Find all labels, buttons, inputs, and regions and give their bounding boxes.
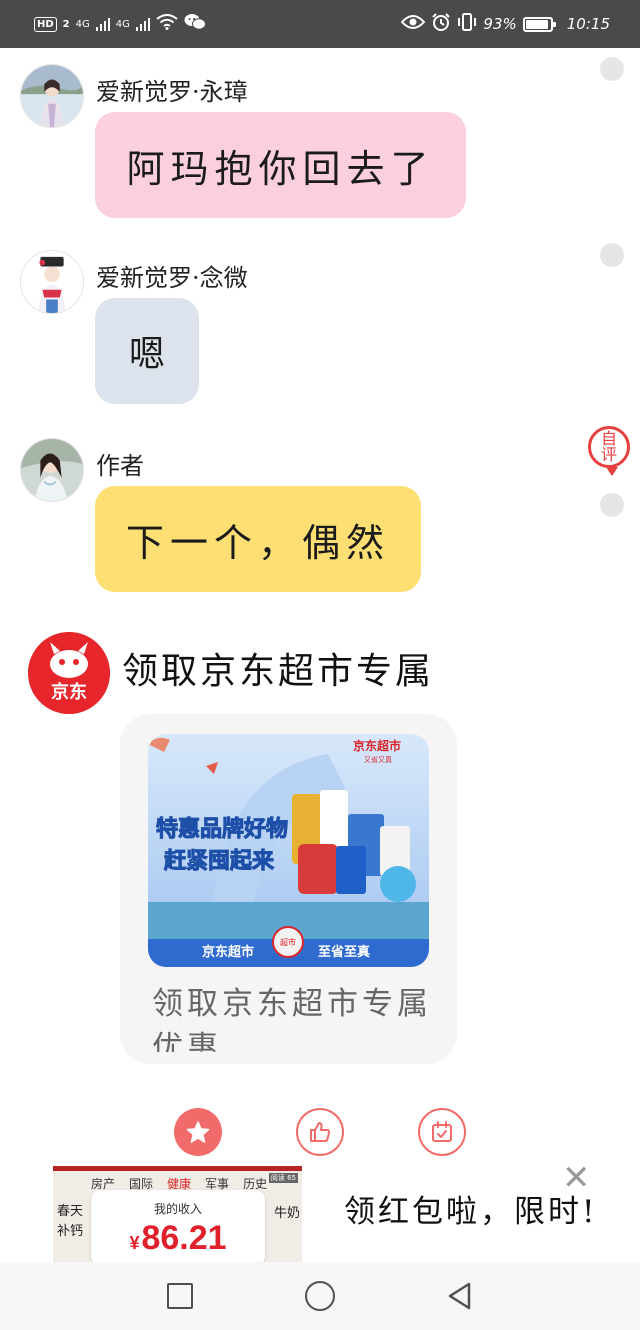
eye-icon xyxy=(401,14,426,34)
currency-symbol: ¥ xyxy=(129,1233,140,1253)
home-button[interactable] xyxy=(300,1276,340,1316)
calendar-check-icon xyxy=(432,1121,452,1142)
chat-message: 作者 下一个，偶然 xyxy=(20,438,580,598)
message-bubble[interactable]: 嗯 xyxy=(95,298,199,404)
bottom-ad-text[interactable]: 领红包啦，限时! xyxy=(344,1186,616,1226)
comment-dot[interactable] xyxy=(600,243,624,267)
star-icon xyxy=(186,1121,210,1143)
system-nav-bar xyxy=(0,1262,640,1330)
alarm-icon xyxy=(431,13,451,35)
banner-headline-2: 赶紧囤起来 xyxy=(163,848,275,874)
ad-side-left-1: 春天 xyxy=(57,1204,84,1219)
signal-icon xyxy=(95,17,110,31)
status-bar: HD 2 4G 4G 93% 10:15 xyxy=(0,0,640,48)
square-icon xyxy=(167,1283,193,1309)
income-card: 我的收入 ¥86.21 xyxy=(91,1190,265,1262)
income-amount: 86.21 xyxy=(141,1219,227,1257)
comment-dot[interactable] xyxy=(600,493,624,517)
ad-thumb-tabs: 房产 国际 健康 军事 历史 xyxy=(53,1171,302,1192)
ad-side-right: 牛奶 xyxy=(273,1206,300,1221)
ad-side-left: 春天 补钙 xyxy=(57,1202,83,1242)
back-triangle-icon xyxy=(448,1282,471,1310)
bottom-ad-image[interactable]: 房产 国际 健康 军事 历史 阅读 65 春天 补钙 牛奶 我的收入 ¥86.2… xyxy=(53,1166,302,1262)
ad-read-count: 阅读 65 xyxy=(268,1173,298,1183)
favorite-button[interactable] xyxy=(174,1108,222,1156)
ad-title[interactable]: 领取京东超市专属 xyxy=(122,642,434,694)
battery-icon xyxy=(522,16,556,32)
chat-message: 爱新觉罗·永璋 阿玛抱你回去了 xyxy=(20,64,580,224)
back-button[interactable] xyxy=(440,1276,480,1316)
network-type-2: 4G xyxy=(115,18,130,30)
income-label: 我的收入 xyxy=(153,1202,202,1216)
vibrate-icon xyxy=(457,13,477,35)
status-left: HD 2 4G 4G xyxy=(34,13,206,35)
wechat-icon xyxy=(184,13,206,35)
clock: 10:15 xyxy=(566,15,610,33)
ad-card[interactable]: 京东超市 又省又真 特惠品牌好物 赶紧囤起来 超市 京东超市 至省至真 领取京东… xyxy=(120,714,457,1064)
banner-brand-sub: 又省又真 xyxy=(364,755,392,764)
sender-name: 爱新觉罗·永璋 xyxy=(96,78,248,106)
avatar[interactable] xyxy=(20,250,84,314)
signal-icon-2 xyxy=(135,17,150,31)
banner-badge: 超市 xyxy=(280,937,296,947)
comment-badge[interactable]: 自 评 xyxy=(588,426,630,476)
comment-dot[interactable] xyxy=(600,57,624,81)
like-button[interactable] xyxy=(296,1108,344,1156)
battery-percent: 93% xyxy=(483,15,517,33)
avatar[interactable] xyxy=(20,64,84,128)
jd-logo[interactable]: 京东 xyxy=(28,632,110,714)
banner-headline-1: 特惠品牌好物 xyxy=(156,816,288,842)
sender-name: 爱新觉罗·念微 xyxy=(96,264,248,292)
message-bubble[interactable]: 下一个，偶然 xyxy=(95,486,421,592)
jd-logo-text: 京东 xyxy=(51,681,87,703)
income-value: ¥86.21 xyxy=(91,1219,265,1262)
network-type-1: 4G xyxy=(75,18,90,30)
status-right: 93% 10:15 xyxy=(401,13,610,35)
save-button[interactable] xyxy=(418,1108,466,1156)
circle-icon xyxy=(305,1281,335,1311)
message-bubble[interactable]: 阿玛抱你回去了 xyxy=(95,112,466,218)
recent-apps-button[interactable] xyxy=(160,1276,200,1316)
badge-line-2: 评 xyxy=(600,445,617,464)
sender-name: 作者 xyxy=(96,452,144,480)
wifi-icon xyxy=(156,14,178,34)
banner-bottom-left: 京东超市 xyxy=(202,944,254,960)
chat-message: 爱新觉罗·念微 嗯 xyxy=(20,250,580,410)
thumbs-up-icon xyxy=(310,1122,331,1142)
banner-bottom-right: 至省至真 xyxy=(318,944,370,960)
hd-icon: HD xyxy=(34,16,57,32)
ad-side-left-2: 补钙 xyxy=(57,1224,84,1239)
banner-brand: 京东超市 xyxy=(353,738,401,753)
sim-indicator: 2 xyxy=(62,18,70,30)
avatar[interactable] xyxy=(20,438,84,502)
ad-banner-image[interactable]: 京东超市 又省又真 特惠品牌好物 赶紧囤起来 超市 京东超市 至省至真 xyxy=(148,734,429,967)
ad-card-text[interactable]: 领取京东超市专属优惠 xyxy=(152,982,432,1052)
